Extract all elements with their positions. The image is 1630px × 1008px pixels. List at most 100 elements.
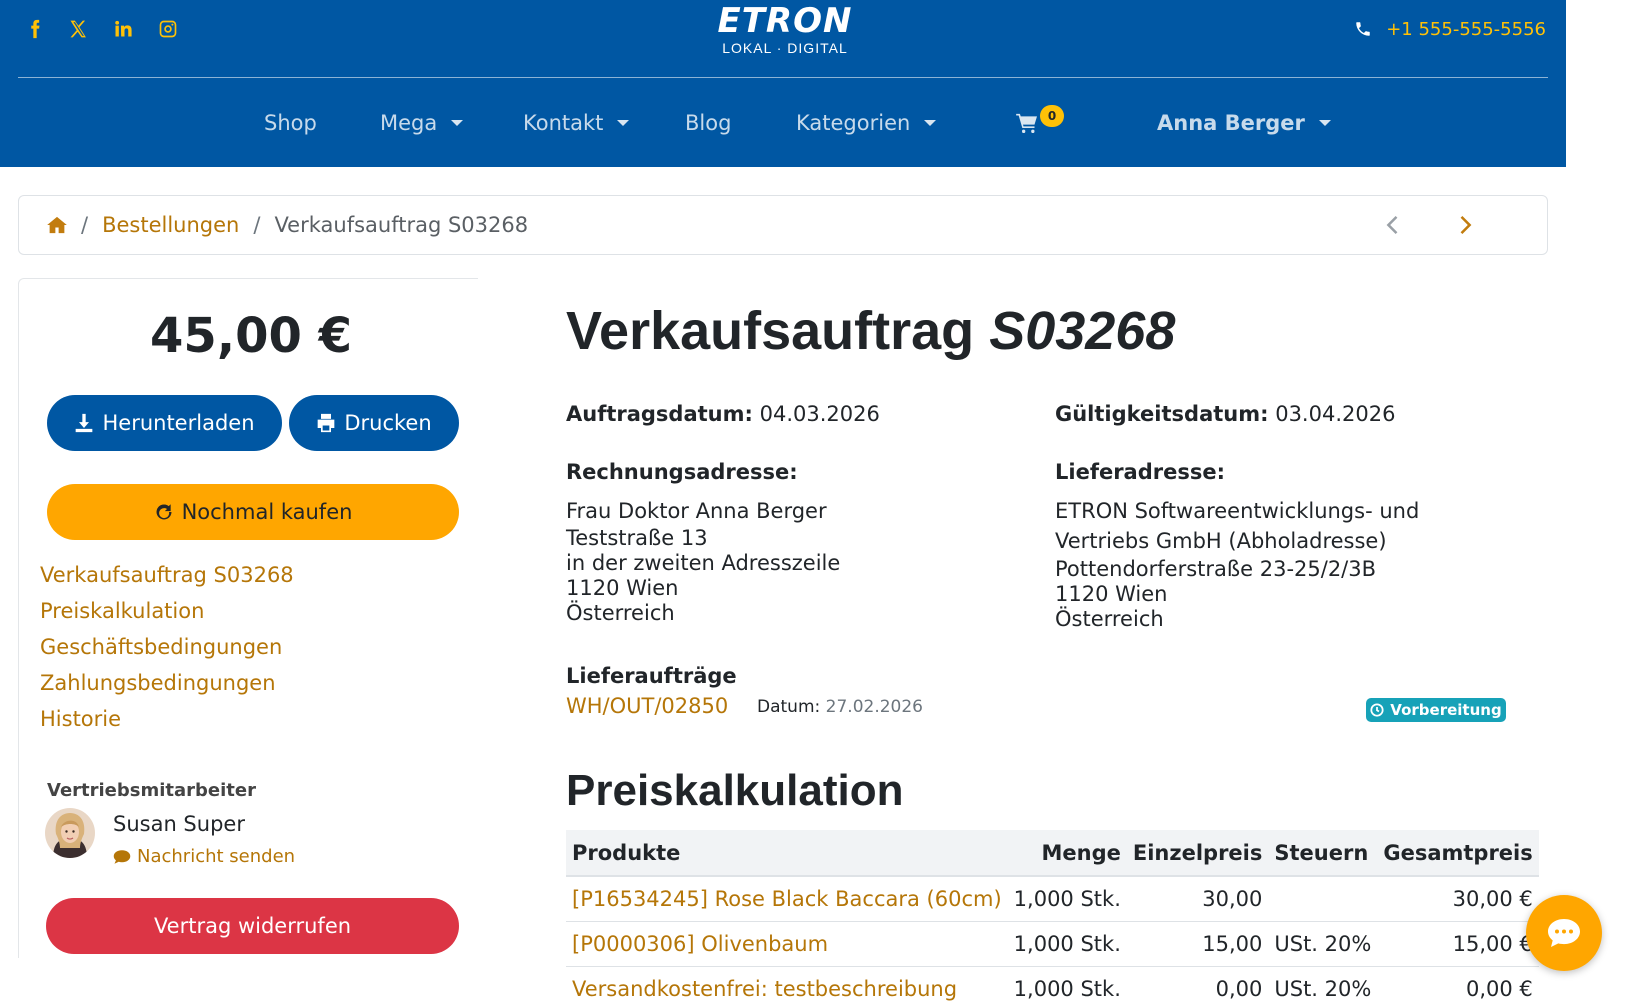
pricing-heading: Preiskalkulation (566, 766, 904, 815)
printer-icon (318, 413, 335, 433)
product-link[interactable]: [P16534245] Rose Black Baccara (60cm) (572, 887, 1002, 911)
chevron-down-icon (1318, 120, 1331, 126)
chat-icon[interactable] (1526, 895, 1602, 971)
nav-blog[interactable]: Blog (685, 106, 731, 140)
download-label: Herunterladen (102, 411, 255, 435)
breadcrumb-current: Verkaufsauftrag S03268 (274, 213, 529, 237)
delivery-address-line: Vertriebs GmbH (Abholadresse) (1055, 529, 1387, 553)
sidebar-link-history[interactable]: Historie (40, 707, 121, 731)
logo[interactable]: ETRON LOKAL · DIGITAL (710, 2, 860, 58)
nav-user-label: Anna Berger (1157, 111, 1305, 135)
page-title-prefix: Verkaufsauftrag (566, 301, 975, 361)
x-twitter-icon[interactable] (65, 16, 91, 42)
send-message-link[interactable]: Nachricht senden (113, 846, 295, 867)
instagram-icon[interactable] (155, 16, 181, 42)
logo-text: ETRON (717, 1, 853, 41)
delivery-address-line: 1120 Wien (1055, 582, 1168, 606)
cart-icon[interactable] (1016, 106, 1038, 140)
product-link[interactable]: Versandkostenfrei: testbeschreibung (572, 977, 957, 1001)
download-button[interactable]: Herunterladen (47, 395, 282, 451)
order-date: Auftragsdatum: 04.03.2026 (566, 402, 880, 426)
total-cell: 0,00 € (1377, 966, 1539, 1008)
nav-blog-label: Blog (685, 111, 732, 135)
status-badge: Vorbereitung (1366, 698, 1506, 722)
sidebar-link-pricing[interactable]: Preiskalkulation (40, 599, 204, 623)
avatar (45, 808, 95, 858)
product-link[interactable]: [P0000306] Olivenbaum (572, 932, 828, 956)
salesperson-name: Susan Super (113, 812, 245, 836)
facebook-icon[interactable] (22, 16, 48, 42)
invoice-address-line: in der zweiten Adresszeile (566, 551, 841, 575)
linkedin-icon[interactable] (110, 16, 136, 42)
nav-shop-label: Shop (264, 111, 317, 135)
nav-shop[interactable]: Shop (264, 106, 317, 140)
delivery-address-heading: Lieferadresse: (1055, 460, 1225, 484)
page-title: Verkaufsauftrag S03268 (566, 300, 1175, 362)
sidebar-link-payment-terms[interactable]: Zahlungsbedingungen (40, 671, 276, 695)
validity-date: Gültigkeitsdatum: 03.04.2026 (1055, 402, 1395, 426)
delivery-date-value: 27.02.2026 (825, 697, 923, 717)
column-header-quantity: Menge (1007, 830, 1127, 877)
header-divider (18, 77, 1548, 78)
page-title-ref: S03268 (989, 301, 1176, 361)
reorder-button[interactable]: Nochmal kaufen (47, 484, 459, 540)
download-icon (76, 413, 93, 433)
tax-cell: USt. 20% (1268, 966, 1378, 1008)
invoice-address-heading: Rechnungsadresse: (566, 460, 798, 484)
nav-contact-label: Kontakt (523, 111, 604, 135)
previous-icon[interactable] (1379, 212, 1405, 238)
invoice-address-line: Frau Doktor Anna Berger (566, 499, 827, 523)
column-header-taxes: Steuern (1268, 830, 1378, 877)
validity-date-value: 03.04.2026 (1275, 402, 1396, 426)
delivery-order-link[interactable]: WH/OUT/02850 (566, 694, 728, 718)
next-icon[interactable] (1453, 212, 1479, 238)
chevron-down-icon (617, 120, 630, 126)
sidebar-link-order[interactable]: Verkaufsauftrag S03268 (40, 563, 294, 587)
breadcrumb-orders[interactable]: Bestellungen (102, 213, 239, 237)
phone-link[interactable]: +1 555-555-5556 (1354, 16, 1546, 42)
pricing-table: Produkte Menge Einzelpreis Steuern Gesam… (566, 830, 1539, 1008)
home-icon[interactable] (47, 216, 67, 234)
nav-categories-label: Kategorien (796, 111, 911, 135)
sidebar-link-terms[interactable]: Geschäftsbedingungen (40, 635, 282, 659)
tax-cell (1268, 876, 1378, 922)
nav-contact[interactable]: Kontakt (523, 106, 630, 140)
clock-icon (1370, 703, 1384, 717)
unit-price-cell: 30,00 (1126, 876, 1269, 922)
reorder-label: Nochmal kaufen (181, 500, 353, 524)
chevron-down-icon (924, 120, 937, 126)
phone-number: +1 555-555-5556 (1386, 18, 1546, 40)
table-row: Versandkostenfrei: testbeschreibung 1,00… (566, 966, 1539, 1008)
delivery-order-date: Datum: 27.02.2026 (757, 697, 923, 717)
table-row: [P0000306] Olivenbaum 1,000 Stk. 15,00 U… (566, 921, 1539, 967)
order-date-value: 04.03.2026 (759, 402, 880, 426)
cancel-contract-label: Vertrag widerrufen (153, 914, 352, 938)
validity-date-label: Gültigkeitsdatum: (1055, 402, 1269, 426)
send-message-label: Nachricht senden (137, 846, 296, 867)
phone-icon (1356, 22, 1370, 36)
logo-subtitle: LOKAL · DIGITAL (722, 40, 848, 56)
nav-mega[interactable]: Mega (380, 106, 464, 140)
print-label: Drucken (344, 411, 432, 435)
column-header-unit-price: Einzelpreis (1126, 830, 1269, 877)
chevron-down-icon (451, 120, 464, 126)
refresh-icon (156, 504, 172, 520)
nav-user-menu[interactable]: Anna Berger (1157, 106, 1331, 140)
cart-count-badge: 0 (1040, 105, 1064, 127)
column-header-products: Produkte (566, 830, 1008, 877)
delivery-date-label: Datum: (757, 697, 821, 717)
tax-cell: USt. 20% (1268, 921, 1378, 967)
print-button[interactable]: Drucken (289, 395, 459, 451)
nav-categories[interactable]: Kategorien (796, 106, 937, 140)
quantity-cell: 1,000 Stk. (1007, 966, 1127, 1008)
delivery-orders-heading: Lieferaufträge (566, 664, 737, 688)
cancel-contract-button[interactable]: Vertrag widerrufen (46, 898, 459, 954)
delivery-address-line: ETRON Softwareentwicklungs- und (1055, 499, 1420, 523)
unit-price-cell: 15,00 (1126, 921, 1269, 967)
quantity-cell: 1,000 Stk. (1007, 876, 1127, 922)
delivery-address-line: Pottendorferstraße 23-25/2/3B (1055, 557, 1377, 581)
column-header-total: Gesamtpreis (1377, 830, 1539, 877)
delivery-address-line: Österreich (1055, 607, 1164, 631)
page-margin (1566, 0, 1630, 167)
invoice-address-line: Österreich (566, 601, 675, 625)
